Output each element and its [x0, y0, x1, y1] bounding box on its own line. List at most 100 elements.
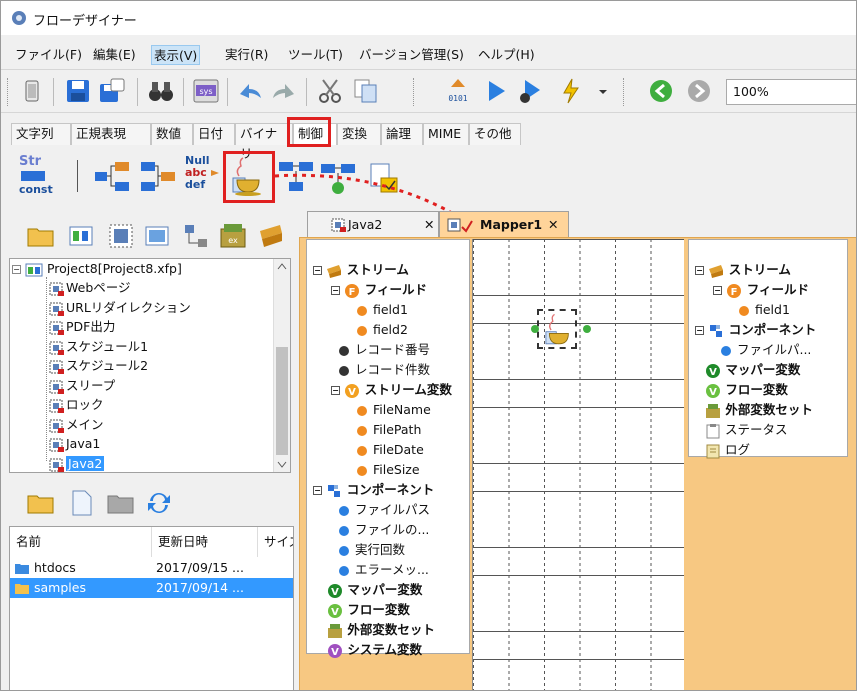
zoom-field[interactable]: 100% [726, 79, 856, 105]
system-variable-node[interactable]: V システム変数 [327, 640, 422, 660]
run-icon[interactable] [481, 76, 511, 106]
collapse-icon[interactable]: − [313, 266, 322, 275]
collapse-icon[interactable]: − [313, 486, 322, 495]
folder-open-icon[interactable] [26, 488, 56, 518]
menu-file[interactable]: ファイル(F) [13, 45, 84, 65]
log-node[interactable]: ログ [705, 440, 750, 460]
tree-scrollbar[interactable] [273, 259, 290, 472]
component-item[interactable]: ファイルパ... [719, 340, 811, 360]
component-item[interactable]: ファイルの... [337, 520, 429, 540]
output-port[interactable] [583, 325, 591, 333]
external-variable-set-node[interactable]: 外部変数セット [327, 620, 435, 640]
component-item[interactable]: エラーメッ... [337, 560, 429, 580]
stream-variable-node[interactable]: − V ストリーム変数 [331, 380, 452, 400]
field-item[interactable]: field1 [737, 300, 790, 320]
refresh-icon[interactable] [144, 488, 174, 518]
new-folder-icon[interactable] [106, 488, 136, 518]
component-item[interactable]: 実行回数 [337, 540, 405, 560]
toolbar-grip[interactable] [413, 78, 416, 106]
folder-open-icon[interactable] [26, 221, 56, 251]
null-check-component[interactable]: Null abc def [183, 154, 223, 198]
tree-item-schedule1[interactable]: スケジュール1 [48, 337, 148, 356]
mapper-variable-node[interactable]: V マッパー変数 [327, 580, 422, 600]
column-header-modified[interactable]: 更新日時 [152, 527, 258, 557]
field-node[interactable]: − F フィールド [331, 280, 427, 300]
stream-variable-item[interactable]: FilePath [355, 420, 421, 440]
toolbar-grip[interactable] [623, 78, 626, 106]
component-item[interactable]: ファイルパス [337, 500, 430, 520]
tab-other[interactable]: その他 [469, 123, 521, 145]
tree-item-url-redirect[interactable]: URLリダイレクション [48, 298, 191, 317]
file-row-selected[interactable]: samples 2017/09/14 ... [10, 578, 293, 598]
tree-item-main[interactable]: メイン [48, 415, 104, 434]
close-icon[interactable]: ✕ [548, 212, 558, 238]
record-count-node[interactable]: レコード件数 [337, 360, 430, 380]
compile-icon[interactable]: 0101 [443, 76, 473, 106]
chevron-down-icon[interactable] [598, 87, 608, 97]
stream-variable-item[interactable]: FileDate [355, 440, 424, 460]
string-const-component[interactable]: Str const [15, 154, 55, 198]
file-row[interactable]: htdocs 2017/09/15 ... [10, 558, 293, 578]
project-root[interactable]: − Project8[Project8.xfp] [12, 259, 182, 278]
tree-item-java1[interactable]: Java1 [48, 434, 100, 453]
menu-version-control[interactable]: バージョン管理(S) [357, 45, 466, 65]
tab-java2[interactable]: Java2 ✕ [307, 211, 439, 238]
field-node[interactable]: − F フィールド [713, 280, 809, 300]
collapse-icon[interactable]: − [695, 326, 704, 335]
menu-edit[interactable]: 編集(E) [91, 45, 138, 65]
collapse-icon[interactable]: − [331, 286, 340, 295]
tree-scroll-thumb[interactable] [276, 347, 288, 455]
stream-icon[interactable] [256, 221, 286, 251]
debug-icon[interactable] [515, 76, 545, 106]
tree-item-lock[interactable]: ロック [48, 395, 104, 414]
menu-view[interactable]: 表示(V) [151, 45, 201, 65]
save-icon[interactable] [63, 76, 93, 106]
collapse-icon[interactable]: − [331, 386, 340, 395]
forward-icon[interactable] [684, 76, 714, 106]
tab-convert[interactable]: 変換 [337, 123, 381, 145]
back-icon[interactable] [646, 76, 676, 106]
chevron-down-icon[interactable] [277, 461, 287, 469]
tab-mapper1[interactable]: Mapper1 ✕ [439, 211, 569, 238]
flow-editor-icon[interactable] [106, 221, 136, 251]
lightning-icon[interactable] [556, 76, 586, 106]
loop-component-icon[interactable] [139, 154, 179, 198]
stream-node[interactable]: − ストリーム [313, 260, 409, 280]
collapse-icon[interactable]: − [695, 266, 704, 275]
collapse-icon[interactable]: − [713, 286, 722, 295]
input-port[interactable] [531, 325, 539, 333]
mapping-canvas[interactable] [472, 239, 684, 690]
tree-item-webpage[interactable]: Webページ [48, 278, 131, 297]
column-header-name[interactable]: 名前 [10, 527, 152, 557]
stream-node[interactable]: − ストリーム [695, 260, 791, 280]
copy-icon[interactable] [351, 76, 381, 106]
stream-variable-item[interactable]: FileName [355, 400, 431, 420]
menu-run[interactable]: 実行(R) [223, 45, 270, 65]
cut-icon[interactable] [315, 76, 345, 106]
new-flow-icon[interactable] [66, 221, 96, 251]
flow-variable-node[interactable]: V フロー変数 [705, 380, 788, 400]
external-variable-icon[interactable]: ex [218, 221, 248, 251]
java-component-node[interactable] [537, 309, 577, 349]
toolbar-grip[interactable] [7, 78, 10, 106]
tree-item-pdf-output[interactable]: PDF出力 [48, 317, 115, 336]
flow-variable-node[interactable]: V フロー変数 [327, 600, 410, 620]
trash-icon[interactable] [17, 76, 47, 106]
field-item[interactable]: field1 [355, 300, 408, 320]
menu-tools[interactable]: ツール(T) [286, 45, 345, 65]
redo-icon[interactable] [269, 76, 299, 106]
tab-regex[interactable]: 正規表現 [71, 123, 151, 145]
tab-number[interactable]: 数値 [151, 123, 193, 145]
collapse-icon[interactable]: − [12, 265, 21, 274]
tab-logic[interactable]: 論理 [381, 123, 423, 145]
tree-item-java2[interactable]: Java2 [48, 454, 105, 472]
undo-icon[interactable] [235, 76, 265, 106]
component-node[interactable]: − コンポーネント [695, 320, 816, 340]
branch-component-icon[interactable] [93, 154, 133, 198]
record-number-node[interactable]: レコード番号 [337, 340, 430, 360]
close-icon[interactable]: ✕ [424, 212, 434, 238]
stream-variable-item[interactable]: FileSize [355, 460, 420, 480]
tab-date[interactable]: 日付 [193, 123, 235, 145]
tab-binary[interactable]: バイナリ [235, 123, 293, 161]
menu-help[interactable]: ヘルプ(H) [476, 45, 537, 65]
